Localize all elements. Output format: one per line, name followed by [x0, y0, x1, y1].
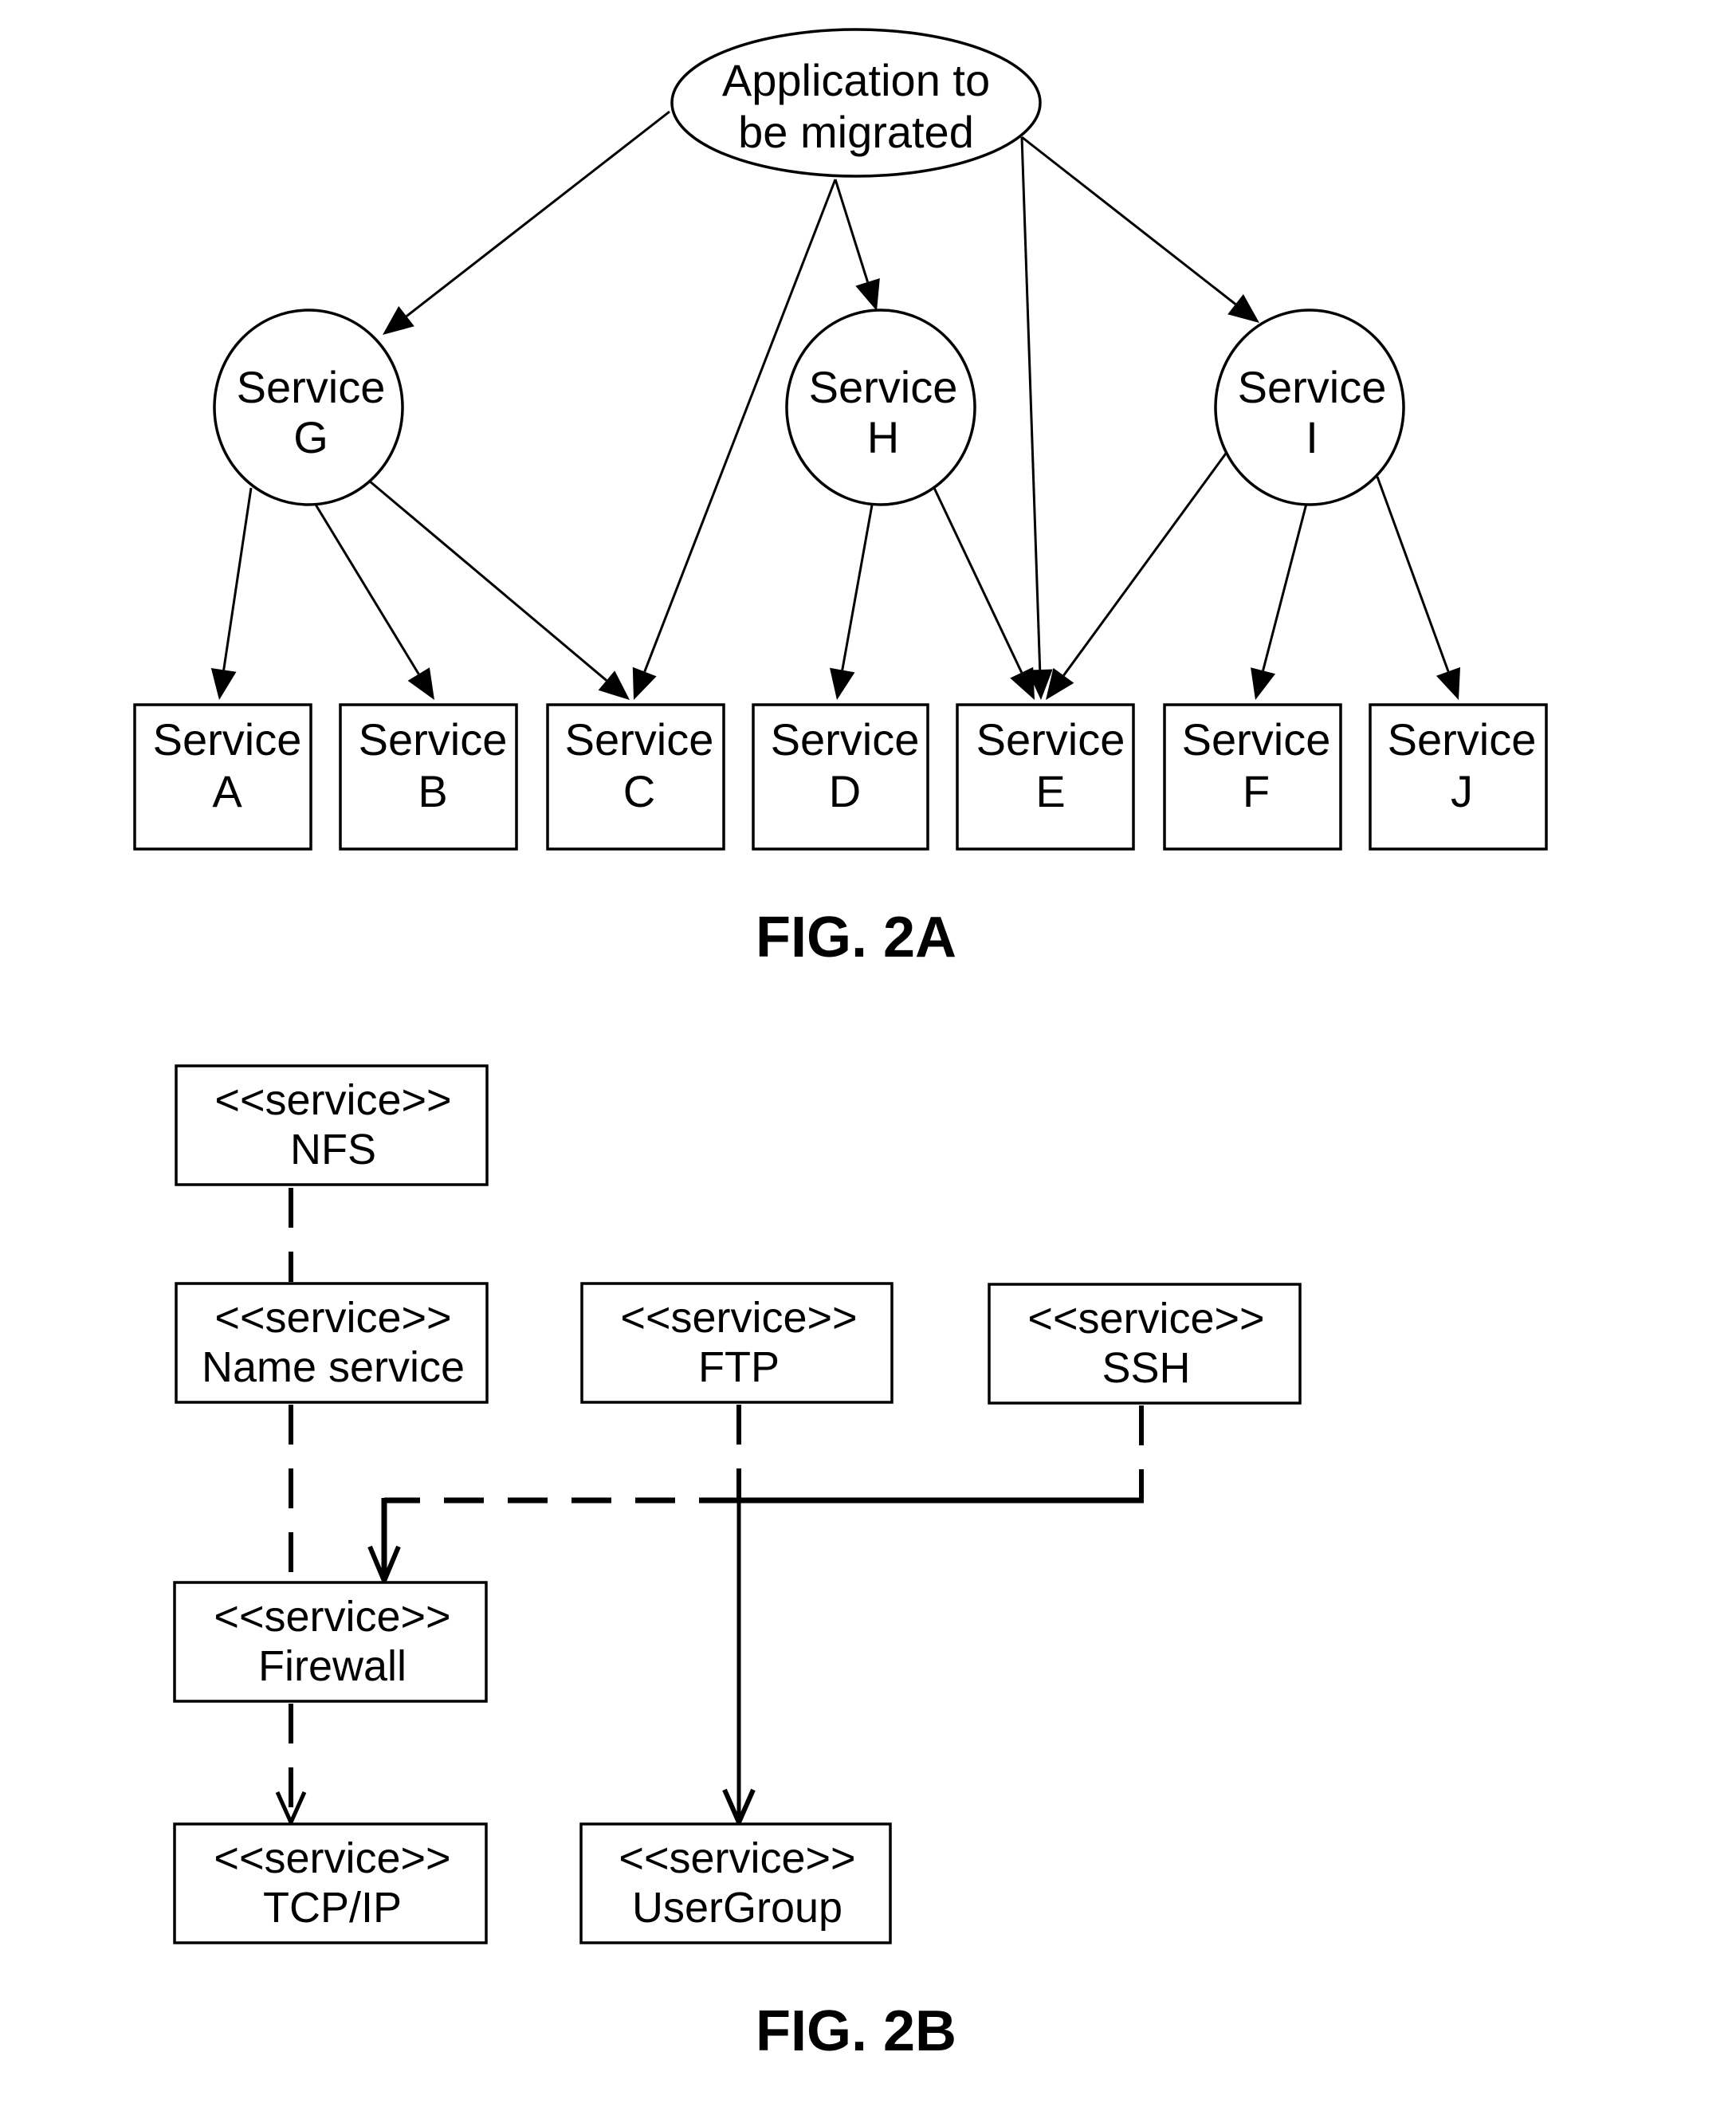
service-a-label-line1: Service — [153, 714, 302, 765]
usergroup-name: UserGroup — [632, 1884, 842, 1932]
ftp-stereotype: <<service>> — [620, 1294, 857, 1342]
edge-g-to-b — [312, 500, 420, 675]
firewall-stereotype: <<service>> — [214, 1593, 450, 1641]
name-service-name: Name service — [202, 1343, 465, 1391]
arrowhead-icon — [598, 670, 630, 700]
service-h-label-line2: H — [867, 412, 899, 462]
node-service-h: Service H — [785, 309, 976, 506]
edge-g-to-a — [222, 487, 253, 670]
node-usergroup: <<service>> UserGroup — [579, 1822, 892, 1944]
service-j-label-line2: J — [1451, 766, 1473, 816]
edge-app-to-g — [406, 110, 670, 317]
name-service-stereotype: <<service>> — [214, 1294, 451, 1342]
node-tcpip: <<service>> TCP/IP — [173, 1822, 488, 1944]
firewall-name: Firewall — [258, 1642, 407, 1690]
node-service-g: Service G — [213, 309, 404, 506]
service-g-label-line2: G — [293, 412, 328, 462]
edge-h-to-d — [841, 500, 874, 670]
service-j-label-line1: Service — [1388, 714, 1537, 765]
edge-i-to-e — [1062, 450, 1229, 677]
arrowhead-icon — [829, 667, 855, 700]
node-service-e: Service E — [956, 703, 1135, 851]
edge-g-to-c — [363, 475, 607, 682]
service-c-label-line2: C — [623, 766, 655, 816]
service-h-label-line1: Service — [809, 362, 958, 412]
node-service-b: Service B — [339, 703, 518, 851]
tcpip-stereotype: <<service>> — [214, 1834, 450, 1882]
service-d-label-line1: Service — [771, 714, 920, 765]
node-service-d: Service D — [752, 703, 929, 851]
edge-i-to-j — [1376, 476, 1450, 672]
arrowhead-icon — [632, 666, 657, 700]
arrowhead-icon — [1436, 666, 1461, 700]
node-nfs: <<service>> NFS — [175, 1064, 489, 1186]
arrowhead-icon — [1251, 667, 1276, 700]
edge-i-to-f — [1262, 500, 1309, 671]
service-g-label-line1: Service — [237, 362, 386, 412]
edge-h-to-e — [933, 487, 1023, 674]
node-service-j: Service J — [1369, 703, 1548, 851]
service-f-label-line1: Service — [1182, 714, 1331, 765]
node-ftp: <<service>> FTP — [580, 1282, 894, 1404]
arrowhead-icon — [855, 277, 880, 311]
node-service-c: Service C — [546, 703, 725, 851]
figure-2b-caption: FIG. 2B — [756, 1999, 956, 2063]
service-d-label-line2: D — [829, 766, 861, 816]
root-label-line2: be migrated — [738, 107, 974, 157]
node-name-service: <<service>> Name service — [175, 1282, 489, 1404]
node-firewall: <<service>> Firewall — [173, 1581, 488, 1703]
edge-app-to-i — [1021, 136, 1236, 305]
node-service-a: Service A — [133, 703, 312, 851]
service-e-label-line1: Service — [976, 714, 1125, 765]
service-f-label-line2: F — [1243, 766, 1270, 816]
service-e-label-line2: E — [1035, 766, 1065, 816]
service-b-label-line2: B — [418, 766, 447, 816]
arrowhead-icon — [383, 306, 414, 335]
arrowhead-icon — [210, 668, 237, 700]
service-c-label-line1: Service — [565, 714, 714, 765]
nfs-stereotype: <<service>> — [214, 1076, 451, 1124]
service-i-label-line2: I — [1306, 412, 1318, 462]
figure-2a: Application to be migrated Service G Ser… — [133, 28, 1548, 969]
tcpip-name: TCP/IP — [263, 1884, 402, 1932]
node-application-to-be-migrated: Application to be migrated — [670, 28, 1042, 178]
ssh-stereotype: <<service>> — [1027, 1295, 1264, 1342]
usergroup-stereotype: <<service>> — [619, 1834, 855, 1882]
service-a-label-line2: A — [212, 766, 242, 816]
nfs-name: NFS — [290, 1126, 376, 1173]
figure-2b: <<service>> NFS <<service>> Name service… — [173, 1064, 1302, 2063]
arrowhead-icon — [407, 667, 434, 700]
edge-app-to-e — [1020, 136, 1042, 670]
ssh-name: SSH — [1102, 1344, 1190, 1392]
patent-figure-canvas: Application to be migrated Service G Ser… — [133, 28, 1548, 2063]
figure-2a-caption: FIG. 2A — [756, 906, 956, 969]
service-i-label-line1: Service — [1238, 362, 1387, 412]
ftp-name: FTP — [698, 1343, 780, 1391]
edge-app-to-h — [834, 179, 870, 283]
service-b-label-line1: Service — [359, 714, 508, 765]
node-service-f: Service F — [1163, 703, 1342, 851]
root-label-line1: Application to — [722, 55, 990, 105]
node-ssh: <<service>> SSH — [988, 1283, 1302, 1405]
node-service-i: Service I — [1214, 309, 1405, 506]
arrowhead-icon — [1227, 293, 1259, 323]
